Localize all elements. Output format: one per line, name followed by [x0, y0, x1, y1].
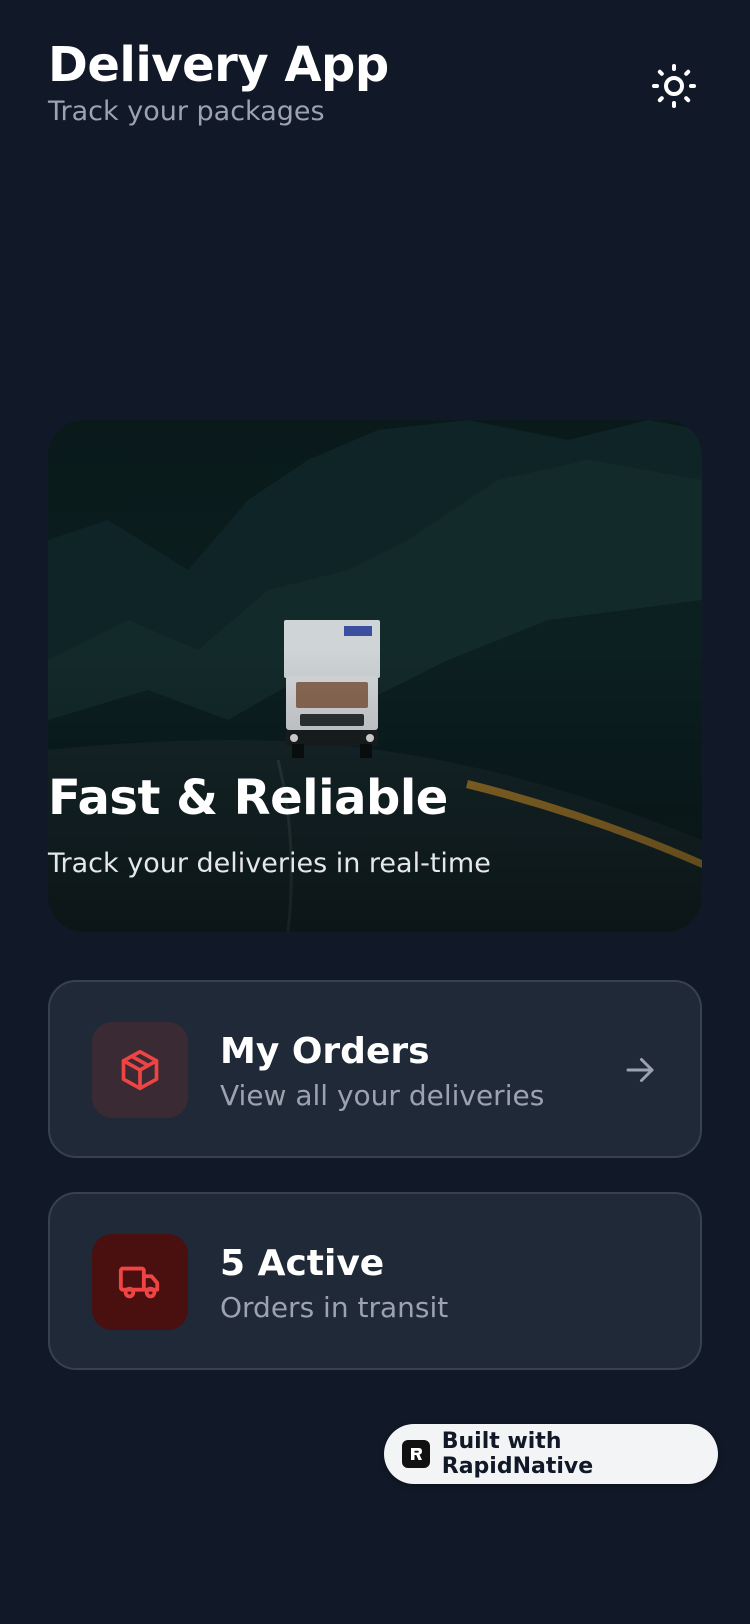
my-orders-subtitle: View all your deliveries	[220, 1079, 545, 1112]
hero-title: Fast & Reliable	[48, 770, 448, 826]
theme-toggle-button[interactable]	[646, 58, 702, 114]
active-orders-title: 5 Active	[220, 1243, 385, 1284]
my-orders-icon-tile	[92, 1022, 188, 1118]
app-header: Delivery App Track your packages	[48, 36, 702, 146]
built-with-rapidnative-badge[interactable]: Built with RapidNative	[384, 1424, 718, 1484]
my-orders-title: My Orders	[220, 1031, 430, 1072]
truck-icon	[118, 1266, 160, 1299]
badge-label: Built with RapidNative	[441, 1429, 594, 1479]
sun-icon	[652, 64, 696, 108]
active-orders-card[interactable]: 5 Active Orders in transit	[48, 1192, 702, 1370]
page-title: Delivery App	[48, 37, 389, 93]
package-icon	[121, 1049, 159, 1091]
arrow-right-icon[interactable]	[622, 1052, 658, 1088]
my-orders-card[interactable]: My Orders View all your deliveries	[48, 980, 702, 1158]
active-orders-icon-tile	[92, 1234, 188, 1330]
rapidnative-logo-icon	[402, 1440, 430, 1468]
active-orders-subtitle: Orders in transit	[220, 1291, 449, 1324]
hero-subtitle: Track your deliveries in real-time	[48, 848, 491, 879]
page-subtitle: Track your packages	[48, 96, 325, 127]
